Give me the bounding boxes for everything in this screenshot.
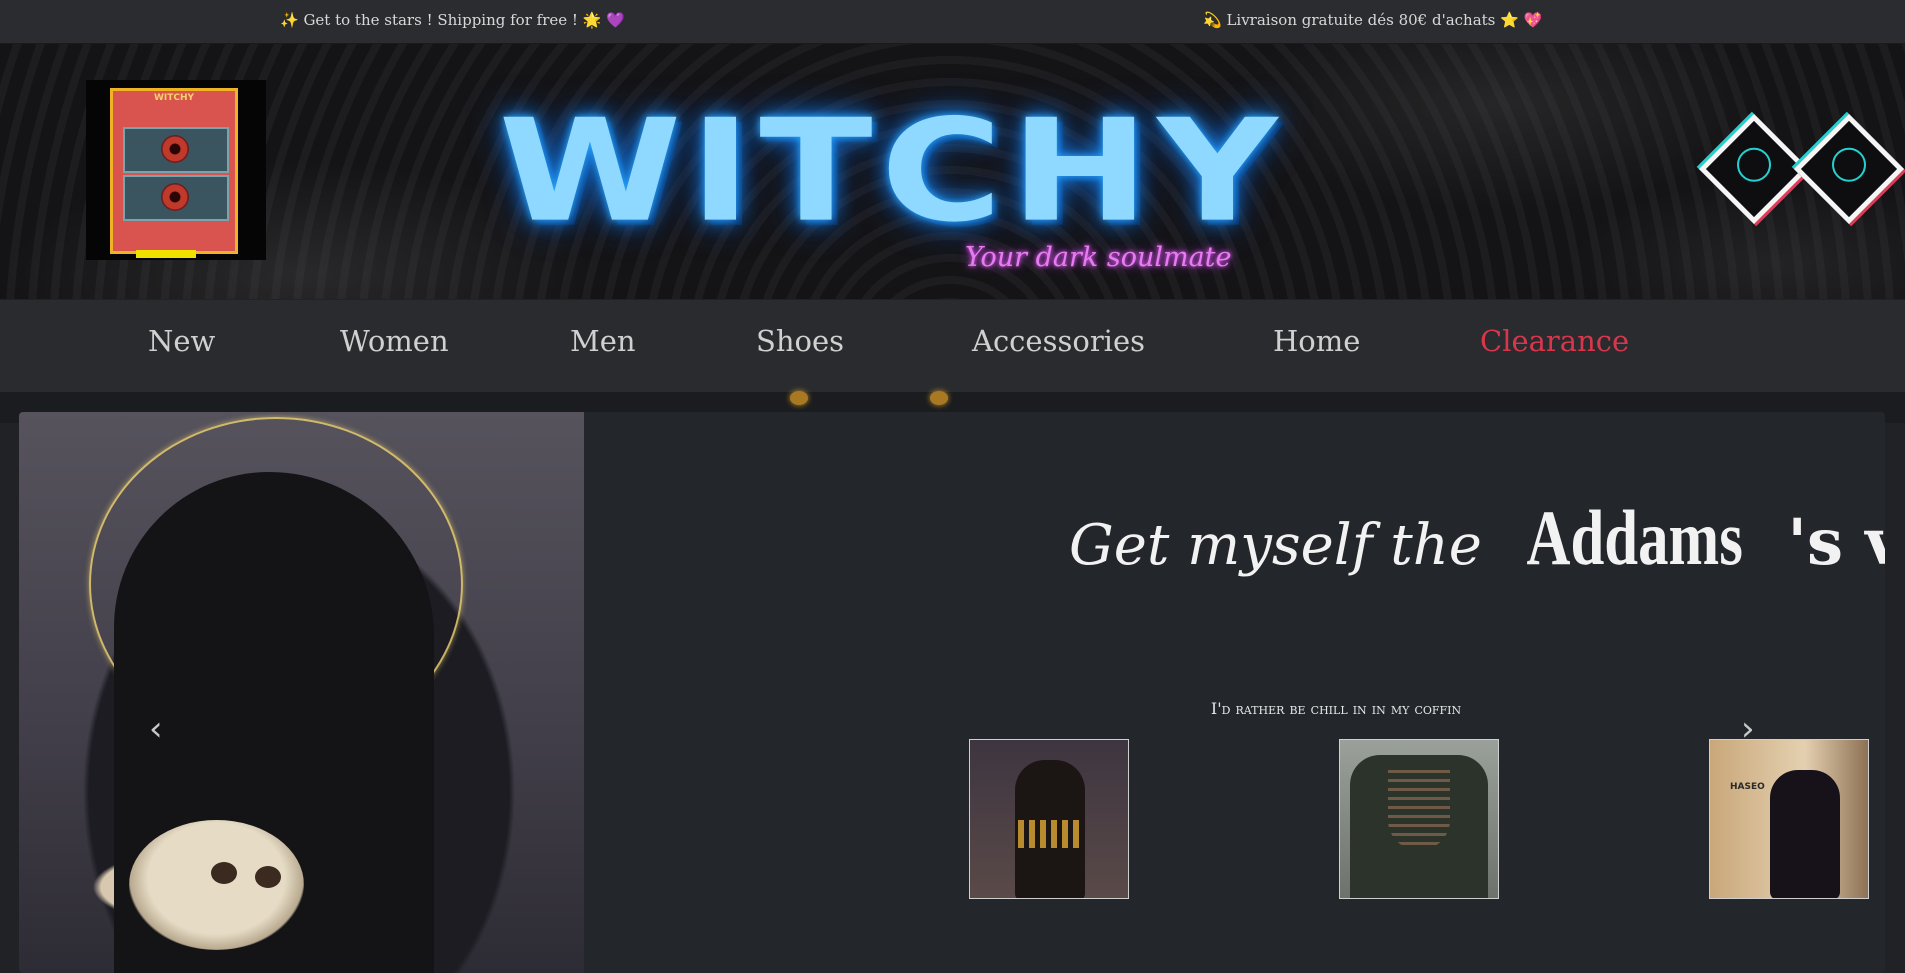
nav-item-clearance[interactable]: Clearance <box>1480 324 1629 358</box>
skull <box>129 820 304 950</box>
alien-badge-icon[interactable] <box>1793 113 1905 225</box>
product-thumbnail-1[interactable] <box>969 739 1129 899</box>
hero-slider: ‹ › Get myself the Addams 's vibe I'd ra… <box>19 412 1885 973</box>
cauldron-badge-icon[interactable] <box>1698 113 1810 225</box>
main-navigation: New Women Men Shoes Accessories Home Cle… <box>0 300 1905 393</box>
hero-image <box>19 412 584 973</box>
nav-item-men[interactable]: Men <box>570 324 636 358</box>
nav-item-shoes[interactable]: Shoes <box>756 324 844 358</box>
site-banner: WITCHY WITCHY Your dark soulmate <box>0 44 1905 299</box>
store-logo[interactable]: WITCHY <box>86 80 266 260</box>
announcement-shipping-en: ✨ Get to the stars ! Shipping for free !… <box>280 11 625 29</box>
brand-wordmark[interactable]: WITCHY <box>432 101 1352 242</box>
headline-part-1: Get myself the <box>1069 513 1482 579</box>
chevron-left-icon[interactable]: ‹ <box>149 712 163 746</box>
announcement-bar: ✨ Get to the stars ! Shipping for free !… <box>0 0 1905 44</box>
ornament-icon <box>790 391 808 405</box>
nav-item-home[interactable]: Home <box>1273 324 1360 358</box>
nav-item-women[interactable]: Women <box>340 324 449 358</box>
slide-subline: I'd rather be chill in in my coffin <box>1210 699 1462 718</box>
eye-icon <box>123 175 229 221</box>
logo-card: WITCHY <box>110 88 238 254</box>
headline-part-3: 's vibe <box>1787 505 1885 581</box>
product-thumbnail-2[interactable] <box>1339 739 1499 899</box>
thumbnail-label: HASEO <box>1730 782 1765 792</box>
skull-eye <box>255 866 281 888</box>
announcement-shipping-fr: 💫 Livraison gratuite dés 80€ d'achats ⭐ … <box>1203 11 1543 29</box>
brand-tagline: Your dark soulmate <box>965 242 1232 273</box>
eye-icon <box>123 127 229 173</box>
logo-strip <box>136 250 196 258</box>
headline-part-2: Addams <box>1526 494 1743 582</box>
product-thumbnail-3[interactable]: HASEO <box>1709 739 1869 899</box>
ornament-icon <box>930 391 948 405</box>
nav-item-accessories[interactable]: Accessories <box>972 324 1145 358</box>
nav-item-new[interactable]: New <box>148 324 215 358</box>
logo-card-title: WITCHY <box>153 93 195 103</box>
skull-eye <box>211 862 237 884</box>
slide-headline: Get myself the Addams 's vibe <box>1069 493 1885 583</box>
